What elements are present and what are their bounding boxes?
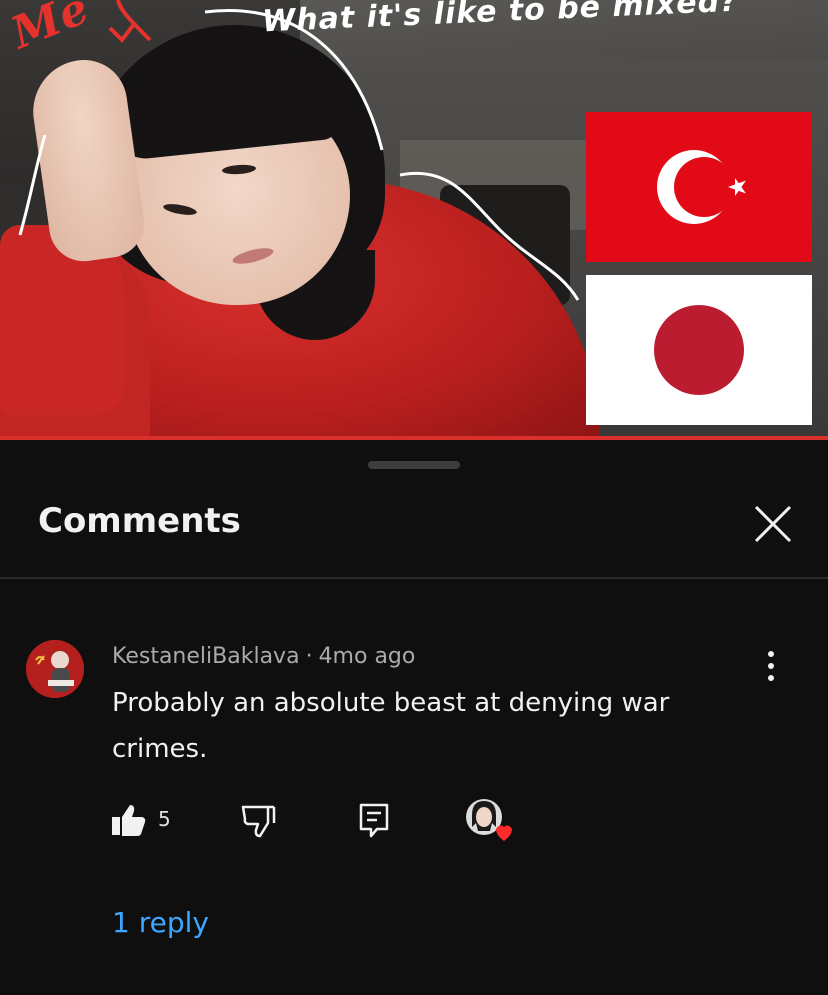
more-options-button[interactable] xyxy=(758,648,784,684)
creator-heart-badge xyxy=(462,795,516,849)
reply-icon xyxy=(359,803,389,838)
more-vert-icon xyxy=(768,651,774,681)
thumbs-up-icon xyxy=(112,805,146,836)
close-button[interactable] xyxy=(748,499,798,549)
comment-actions: 5 xyxy=(0,799,828,861)
japan-flag xyxy=(586,275,812,425)
avatar[interactable] xyxy=(26,640,84,698)
sheet-drag-handle[interactable] xyxy=(368,461,460,469)
comment-text: Probably an absolute beast at denying wa… xyxy=(112,688,670,764)
creator-heart-icon xyxy=(466,799,512,841)
turkey-flag xyxy=(586,112,812,262)
comment-author[interactable]: KestaneliBaklava xyxy=(112,644,300,669)
dislike-button[interactable] xyxy=(238,801,278,845)
comments-sheet: Comments KestaneliBaklava · 4mo ago Probab… xyxy=(0,441,828,995)
reply-button[interactable] xyxy=(355,801,395,845)
like-count: 5 xyxy=(158,807,171,831)
red-disc-icon xyxy=(654,305,744,395)
comment-meta: KestaneliBaklava · 4mo ago xyxy=(112,644,415,669)
avatar-image xyxy=(26,640,84,698)
comments-title: Comments xyxy=(38,501,241,541)
header-divider xyxy=(0,577,828,579)
crescent-star-icon xyxy=(657,150,746,224)
video-progress-bar xyxy=(0,436,828,440)
close-icon xyxy=(754,505,792,543)
video-thumbnail[interactable]: Me What it's like to be mixed? xyxy=(0,0,828,440)
like-button[interactable] xyxy=(108,801,148,845)
comment-age: 4mo ago xyxy=(318,644,416,669)
view-replies-link[interactable]: 1 reply xyxy=(112,906,209,939)
thumbs-down-icon xyxy=(241,805,276,838)
meta-separator: · xyxy=(305,644,313,669)
